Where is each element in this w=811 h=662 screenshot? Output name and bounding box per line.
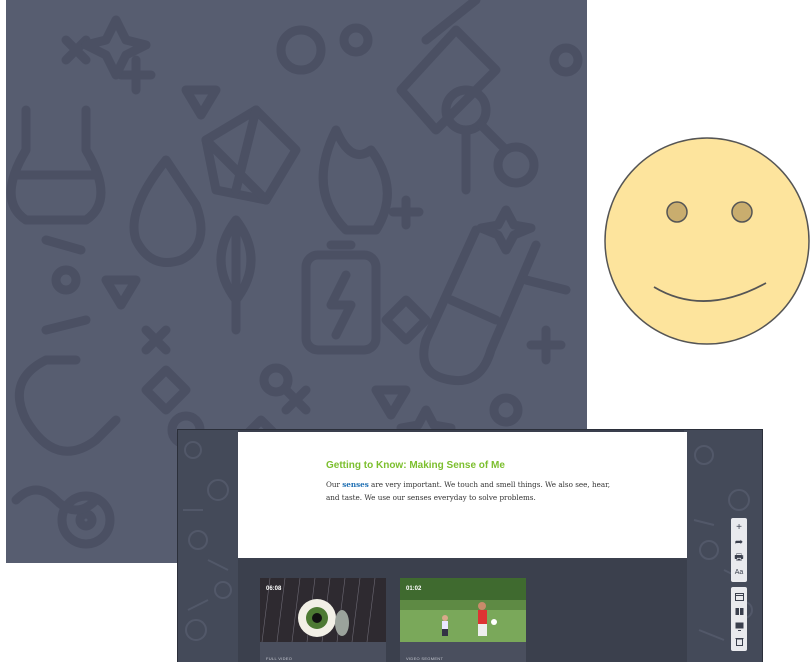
lesson-body-suffix: are very important. We touch and smell t… [326, 480, 611, 502]
smiley-face-icon [604, 137, 810, 345]
monitor-icon[interactable] [732, 619, 746, 634]
video-duration: 01:02 [406, 586, 422, 592]
monitor-glyph [735, 622, 743, 631]
video-card-full[interactable]: 06:08 FULL VIDEO [260, 578, 386, 662]
side-toolbar: + ➦ 🖶 Aa [730, 518, 748, 656]
smiley-face [604, 137, 811, 347]
calendar-glyph [734, 593, 744, 601]
calendar-icon[interactable] [732, 589, 746, 604]
video-duration: 06:08 [266, 586, 282, 592]
tool-group-top: + ➦ 🖶 Aa [731, 518, 747, 582]
trash-glyph [735, 638, 743, 646]
lesson-card: Getting to Know: Making Sense of Me Our … [238, 432, 687, 558]
senses-link[interactable]: senses [342, 480, 369, 489]
share-icon[interactable]: ➦ [732, 535, 746, 550]
lesson-screenshot: Getting to Know: Making Sense of Me Our … [178, 430, 762, 662]
lesson-body-prefix: Our [326, 480, 343, 489]
text-size-button[interactable]: Aa [732, 565, 746, 580]
video-thumbnail[interactable]: 06:08 [260, 578, 386, 642]
lesson-description: Our senses are very important. We touch … [326, 478, 616, 504]
side-pattern-right [684, 430, 762, 662]
add-icon[interactable]: + [732, 520, 746, 535]
book-icon[interactable] [732, 604, 746, 619]
video-caption: FULL VIDEO [266, 656, 293, 661]
book-glyph [735, 608, 743, 615]
lesson-title: Getting to Know: Making Sense of Me [326, 460, 505, 471]
tool-group-bottom [731, 587, 747, 651]
video-card-segment[interactable]: 01:02 VIDEO SEGMENT [400, 578, 526, 662]
video-thumbnail[interactable]: 01:02 [400, 578, 526, 642]
pattern-left-icon [183, 441, 232, 641]
pattern-right-icon [693, 445, 753, 641]
print-icon[interactable]: 🖶 [732, 550, 746, 565]
video-caption: VIDEO SEGMENT [406, 656, 444, 661]
trash-icon[interactable] [732, 634, 746, 649]
side-pattern-left [178, 430, 238, 662]
